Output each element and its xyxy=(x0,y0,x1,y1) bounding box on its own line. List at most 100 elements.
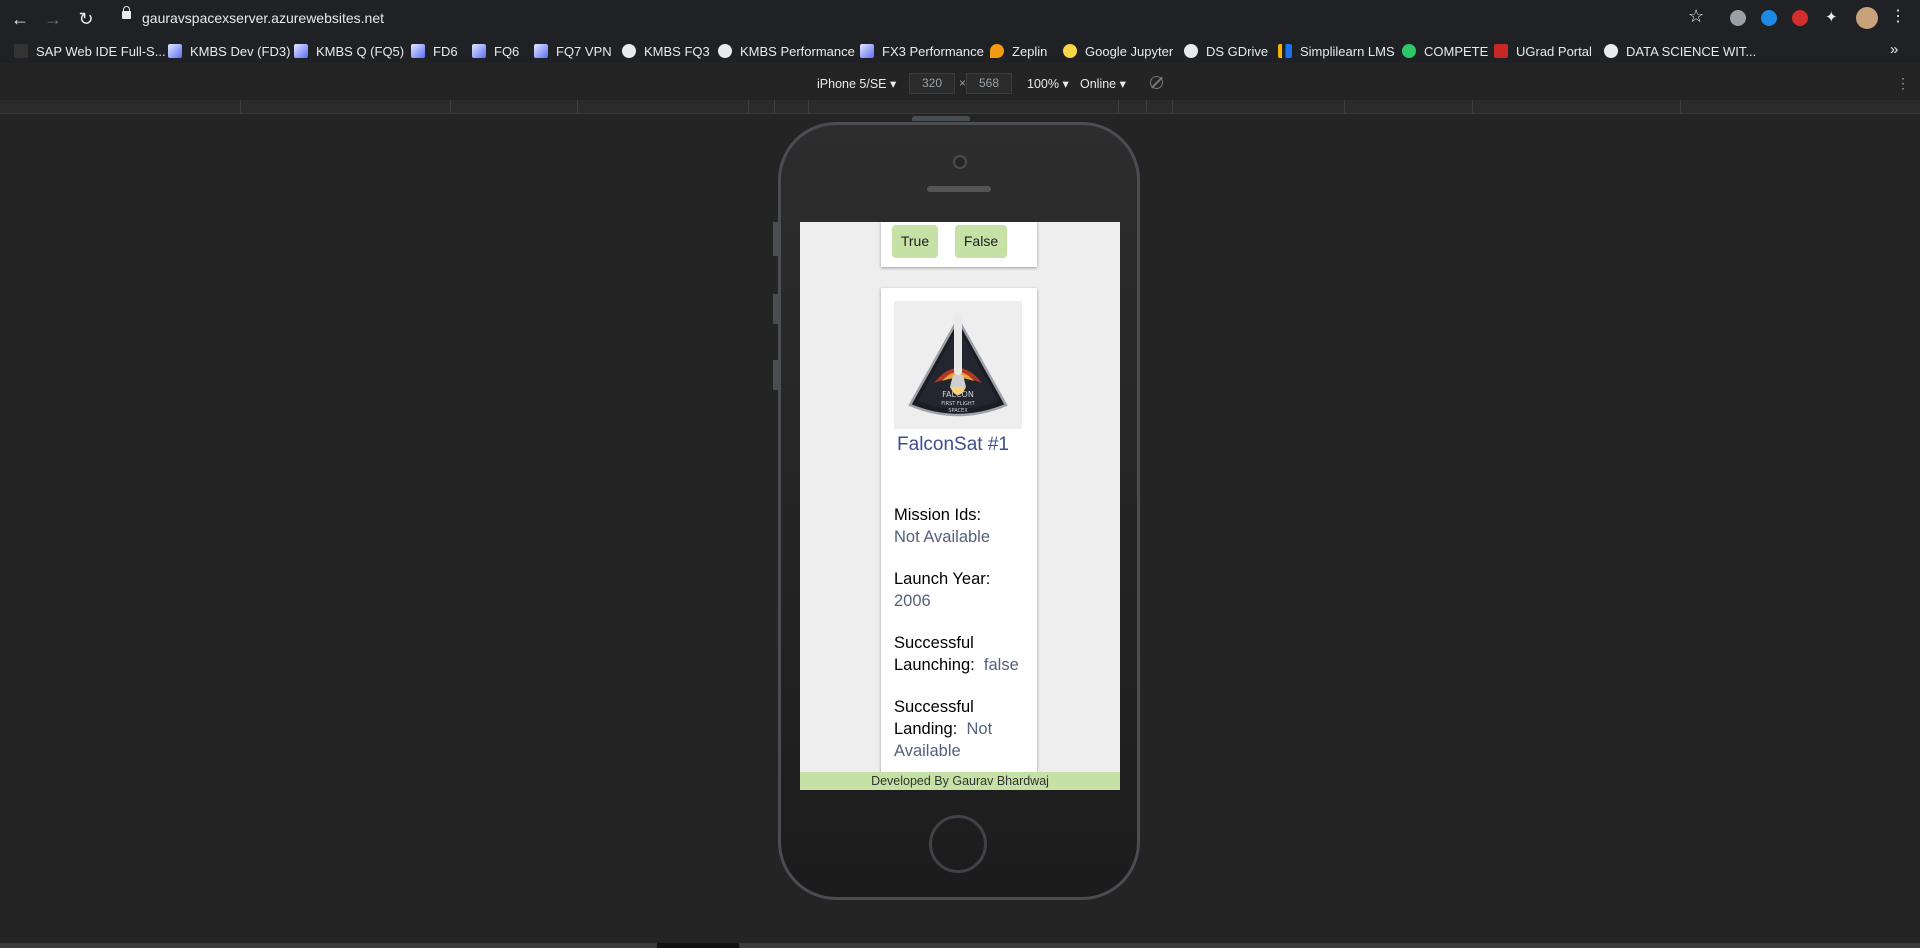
bookmarks-bar: SAP Web IDE Full-S... KMBS Dev (FD3) KMB… xyxy=(0,37,1920,63)
bookmark-label: KMBS Performance xyxy=(740,43,855,59)
globe-icon xyxy=(1604,44,1618,58)
bookmark-item[interactable]: UGrad Portal xyxy=(1494,42,1592,60)
filter-card: True False xyxy=(881,222,1037,267)
bookmark-item[interactable]: KMBS Q (FQ5) xyxy=(294,42,404,60)
mission-ids-field: Mission Ids: Not Available xyxy=(894,504,1029,548)
bookmark-label: KMBS Dev (FD3) xyxy=(190,43,291,59)
field-label: Successful Landing: xyxy=(894,698,974,738)
bookmark-label: UGrad Portal xyxy=(1516,43,1592,59)
emulated-viewport[interactable]: True False FALCON FIRST FLIGHT SPACEX Fa… xyxy=(800,222,1120,790)
globe-icon xyxy=(1184,44,1198,58)
bookmark-item[interactable]: COMPETE xyxy=(1402,42,1488,60)
extension-icon[interactable] xyxy=(1730,10,1746,26)
lock-icon xyxy=(122,6,131,19)
field-label: Launch Year: xyxy=(894,570,991,588)
media-query-ruler xyxy=(0,100,1920,114)
bookmark-item[interactable]: KMBS Performance xyxy=(718,42,855,60)
bookmark-item[interactable]: KMBS Dev (FD3) xyxy=(168,42,290,60)
leaf-icon xyxy=(14,44,28,58)
chevron-down-icon: ▾ xyxy=(1119,77,1126,91)
field-label: Successful Launching: xyxy=(894,634,975,674)
phone-power-button xyxy=(912,116,970,121)
browser-toolbar: ← → ↻ gauravspacexserver.azurewebsites.n… xyxy=(0,0,1920,37)
home-button xyxy=(929,815,987,873)
patch-text-spacex: SPACEX xyxy=(948,408,968,414)
zeplin-icon xyxy=(990,44,1004,58)
camera-icon xyxy=(953,155,967,169)
bookmark-star-icon[interactable]: ☆ xyxy=(1688,6,1704,27)
ugrad-icon xyxy=(1494,44,1508,58)
bookmark-item[interactable]: FX3 Performance xyxy=(860,42,984,60)
chevron-down-icon: ▾ xyxy=(1062,77,1069,91)
bookmark-item[interactable]: DS GDrive xyxy=(1184,42,1268,60)
bookmark-item[interactable]: Simplilearn LMS xyxy=(1278,42,1395,60)
zoom-select[interactable]: 100% ▾ xyxy=(1027,76,1069,91)
device-toolbar: iPhone 5/SE ▾ 320 × 568 100% ▾ Online ▾ xyxy=(0,70,1920,96)
jupyter-icon xyxy=(1063,44,1077,58)
bookmark-item[interactable]: FQ7 VPN xyxy=(534,42,612,60)
bookmark-label: Google Jupyter xyxy=(1085,43,1174,59)
device-select[interactable]: iPhone 5/SE ▾ xyxy=(817,76,896,91)
mission-title: FalconSat #1 xyxy=(897,434,1009,455)
patch-text-falcon: FALCON xyxy=(942,390,974,399)
bookmark-item[interactable]: Google Jupyter xyxy=(1063,42,1173,60)
page-icon xyxy=(294,44,308,58)
page-icon xyxy=(168,44,182,58)
bookmark-label: DATA SCIENCE WIT... xyxy=(1626,43,1757,59)
avatar[interactable] xyxy=(1856,7,1878,29)
network-select[interactable]: Online ▾ xyxy=(1080,76,1126,91)
width-input[interactable]: 320 xyxy=(909,73,955,94)
page-icon xyxy=(411,44,425,58)
chevron-down-icon: ▾ xyxy=(889,77,897,91)
bookmark-label: DS GDrive xyxy=(1206,43,1269,59)
phone-speaker xyxy=(927,186,991,192)
field-value: false xyxy=(983,656,1019,674)
device-name: iPhone 5/SE xyxy=(817,77,887,91)
bookmark-label: FD6 xyxy=(433,43,458,59)
page-icon xyxy=(534,44,548,58)
browser-menu-icon[interactable]: ⋮ xyxy=(1890,7,1906,25)
bookmark-item[interactable]: SAP Web IDE Full-S... xyxy=(14,42,166,60)
bookmark-item[interactable]: FQ6 xyxy=(472,42,519,60)
page-footer: Developed By Gaurav Bhardwaj xyxy=(800,772,1120,790)
scroll-thumb[interactable] xyxy=(657,943,739,948)
puzzle-icon[interactable]: ✦ xyxy=(1825,10,1841,26)
globe-icon xyxy=(718,44,732,58)
bookmark-label: FQ7 VPN xyxy=(556,43,612,59)
filter-false-button[interactable]: False xyxy=(955,225,1007,258)
reload-icon[interactable]: ↻ xyxy=(75,8,97,30)
bookmark-label: KMBS FQ3 xyxy=(644,43,710,59)
simplilearn-icon xyxy=(1278,44,1292,58)
field-value: Not Available xyxy=(894,528,991,546)
zoom-value: 100% xyxy=(1027,77,1059,91)
filter-true-button[interactable]: True xyxy=(892,225,938,258)
bookmark-item[interactable]: DATA SCIENCE WIT... xyxy=(1604,42,1756,60)
height-input[interactable]: 568 xyxy=(966,73,1012,94)
more-bookmarks-icon[interactable]: » xyxy=(1890,41,1898,58)
bookmark-item[interactable]: Zeplin xyxy=(990,42,1047,60)
url-text[interactable]: gauravspacexserver.azurewebsites.net xyxy=(142,10,384,26)
h-icon xyxy=(1402,44,1416,58)
successful-launching-field: Successful Launching: false xyxy=(894,632,1029,676)
bookmark-item[interactable]: FD6 xyxy=(411,42,458,60)
bookmark-label: Simplilearn LMS xyxy=(1300,43,1395,59)
bookmark-label: COMPETE xyxy=(1424,43,1489,59)
extension-icon[interactable] xyxy=(1792,10,1808,26)
patch-text-first-flight: FIRST FLIGHT xyxy=(941,401,975,407)
launch-year-field: Launch Year: 2006 xyxy=(894,568,1029,612)
network-value: Online xyxy=(1080,77,1117,91)
back-arrow-icon[interactable]: ← xyxy=(9,8,31,30)
device-menu-icon[interactable]: ⋮ xyxy=(1896,75,1910,92)
forward-arrow-icon[interactable]: → xyxy=(42,8,64,30)
bookmark-label: FX3 Performance xyxy=(882,43,984,59)
bookmark-label: Zeplin xyxy=(1012,43,1048,59)
page-icon xyxy=(860,44,874,58)
rotate-icon[interactable] xyxy=(1150,76,1163,89)
bookmark-label: KMBS Q (FQ5) xyxy=(316,43,405,59)
extension-icon[interactable] xyxy=(1761,10,1777,26)
window-bottom-edge xyxy=(0,943,1920,948)
falcon-mission-patch: FALCON FIRST FLIGHT SPACEX xyxy=(908,312,1008,417)
bookmark-label: SAP Web IDE Full-S... xyxy=(36,43,166,59)
successful-landing-field: Successful Landing: Not Available xyxy=(894,696,1029,762)
bookmark-item[interactable]: KMBS FQ3 xyxy=(622,42,710,60)
